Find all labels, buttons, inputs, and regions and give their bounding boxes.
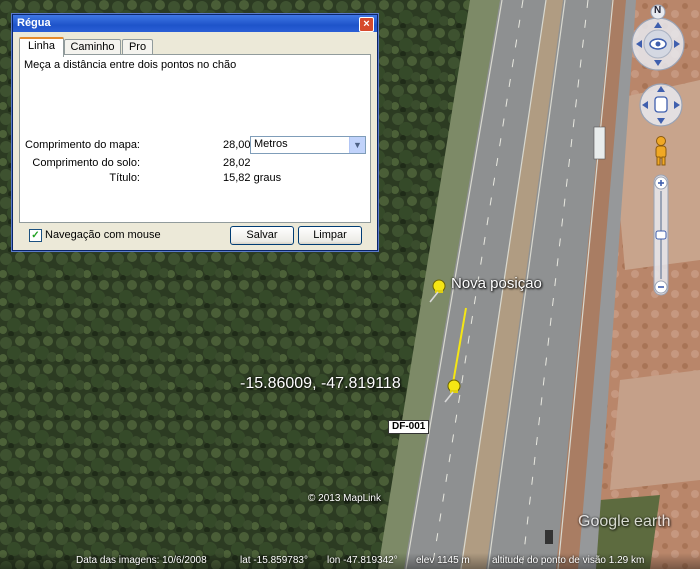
chevron-down-icon[interactable]: ▼ <box>349 137 365 153</box>
street-view-pegman-icon[interactable] <box>652 136 670 166</box>
clear-button[interactable]: Limpar <box>298 226 362 245</box>
ground-length-label: Comprimento do solo: <box>32 157 140 169</box>
latitude-readout: lat -15.859783° <box>240 555 308 566</box>
compass-north-label: N <box>654 5 662 16</box>
coordinates-label: -15.86009, -47.819118 <box>240 375 401 392</box>
dialog-titlebar[interactable]: Régua × <box>13 15 377 32</box>
instruction-text: Meça a distância entre dois pontos no ch… <box>24 59 237 71</box>
pan-control[interactable] <box>638 82 684 128</box>
ground-length-value: 28,02 <box>223 157 251 169</box>
eye-altitude-readout: altitude do ponto de visão 1.29 km <box>492 555 645 566</box>
zoom-slider[interactable] <box>652 173 670 297</box>
map-length-value: 28,00 <box>223 139 251 151</box>
pushpin-icon[interactable] <box>426 278 448 304</box>
mouse-navigation-label: Navegação com mouse <box>45 229 161 241</box>
unit-selected: Metros <box>254 138 288 150</box>
status-bar: Data das imagens: 10/6/2008 lat -15.8597… <box>0 553 700 569</box>
map-copyright: © 2013 MapLink <box>308 493 381 504</box>
elevation-readout: elev 1145 m <box>416 555 470 566</box>
tab-pro[interactable]: Pro <box>122 39 153 55</box>
save-button[interactable]: Salvar <box>230 226 294 245</box>
heading-value: 15,82 graus <box>223 172 282 184</box>
placemark-label[interactable]: Nova posiçao <box>451 275 542 292</box>
google-earth-logo: Google earth <box>578 513 671 530</box>
longitude-readout: lon -47.819342° <box>327 555 398 566</box>
pushpin-icon[interactable] <box>441 378 463 404</box>
dialog-title: Régua <box>17 17 51 29</box>
heading-label: Título: <box>109 172 140 184</box>
tab-panel: Meça a distância entre dois pontos no ch… <box>19 54 371 223</box>
mouse-navigation-checkbox[interactable]: ✓ <box>29 229 42 242</box>
map-length-label: Comprimento do mapa: <box>25 139 140 151</box>
tab-line[interactable]: Linha <box>19 37 64 57</box>
tab-path[interactable]: Caminho <box>64 39 121 55</box>
road-label: DF-001 <box>388 420 430 434</box>
ruler-dialog[interactable]: Régua × Linha Caminho Pro Meça a distânc… <box>12 14 378 251</box>
image-date: Data das imagens: 10/6/2008 <box>76 555 207 566</box>
unit-dropdown[interactable]: Metros ▼ <box>250 136 366 154</box>
close-icon[interactable]: × <box>359 17 374 32</box>
